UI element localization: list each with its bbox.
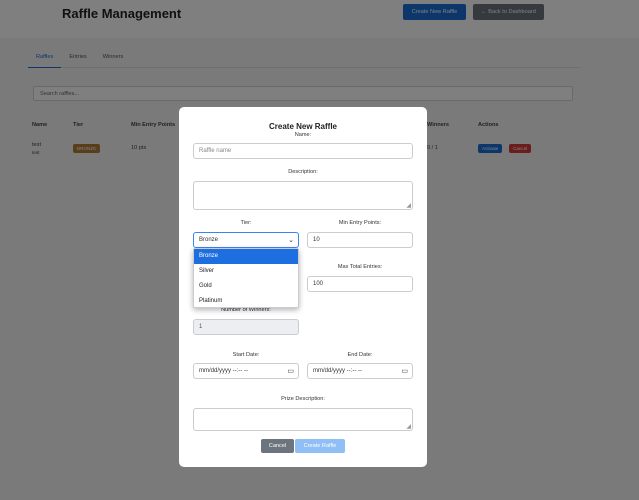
tier-option-silver[interactable]: Silver [194,264,298,279]
cancel-button[interactable]: Cancel [261,439,294,453]
winners-input[interactable]: 1 [193,319,299,335]
start-date-label: Start Date: [232,352,260,358]
calendar-icon[interactable]: ▭ [287,367,294,375]
modal-title: Create New Raffle [268,122,338,131]
max-entries-input[interactable]: 100 [307,276,413,292]
tier-option-gold[interactable]: Gold [194,279,298,294]
calendar-icon[interactable]: ▭ [401,367,408,375]
end-date-label: End Date: [347,352,373,358]
min-points-label: Min Entry Points: [338,220,382,226]
tier-dropdown-list: Bronze Silver Gold Platinum [193,248,299,308]
name-label: Name: [294,132,312,138]
tier-select-value: Bronze [199,237,219,243]
tier-select[interactable]: Bronze ⌄ [193,232,299,248]
chevron-down-icon: ⌄ [288,237,294,244]
tier-option-platinum[interactable]: Platinum [194,294,298,309]
prize-textarea[interactable]: ◢ [193,408,413,431]
max-entries-label: Max Total Entries: [337,264,383,270]
resize-grip-icon[interactable]: ◢ [406,423,411,430]
description-label: Description: [288,169,318,175]
name-input[interactable]: Raffle name [193,143,413,159]
start-date-value: mm/dd/yyyy --:-- -- [199,368,248,374]
resize-grip-icon[interactable]: ◢ [406,202,411,209]
prize-label: Prize Description: [281,396,325,402]
tier-option-bronze[interactable]: Bronze [194,249,298,264]
end-date-input[interactable]: mm/dd/yyyy --:-- -- ▭ [307,363,413,379]
min-points-input[interactable]: 10 [307,232,413,248]
description-textarea[interactable]: ◢ [193,181,413,210]
tier-label: Tier: [240,220,252,226]
create-raffle-submit-button[interactable]: Create Raffle [295,439,345,453]
start-date-input[interactable]: mm/dd/yyyy --:-- -- ▭ [193,363,299,379]
end-date-value: mm/dd/yyyy --:-- -- [313,368,362,374]
